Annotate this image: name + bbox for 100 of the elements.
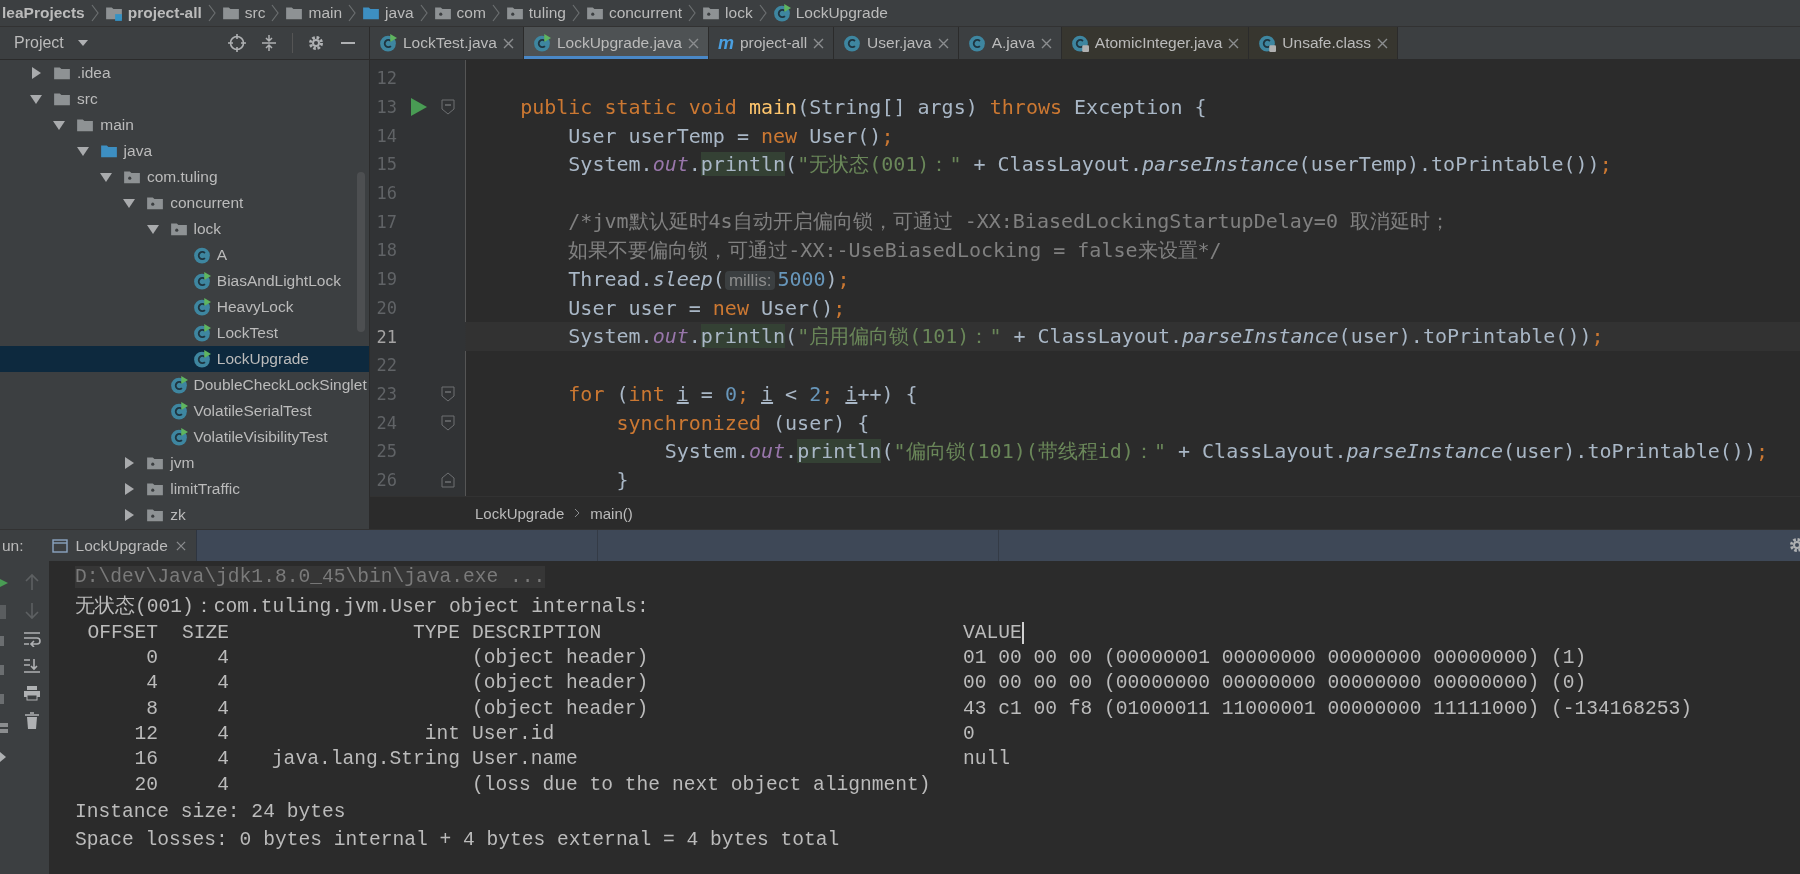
close-icon[interactable]	[813, 37, 825, 49]
run-icon[interactable]	[0, 576, 8, 590]
collapse-icon[interactable]	[260, 34, 278, 52]
partial-icon[interactable]	[0, 721, 8, 735]
scroll-to-end-icon[interactable]	[22, 658, 41, 674]
close-icon[interactable]	[1377, 37, 1389, 49]
table-cell: (object header)	[472, 647, 649, 670]
breadcrumb-item[interactable]: java	[362, 4, 414, 22]
table-cell: User.id	[472, 723, 555, 745]
locked-class-icon	[1070, 34, 1089, 52]
tree-arrow-icon[interactable]	[30, 93, 42, 105]
tree-arrow-icon[interactable]	[123, 457, 136, 469]
tree-item[interactable]: lock	[0, 216, 369, 242]
fold-marker-icon[interactable]	[441, 471, 455, 488]
breadcrumb-item[interactable]: project-all	[104, 4, 202, 22]
tree-arrow-icon[interactable]	[30, 67, 42, 79]
chevron-icon	[207, 3, 216, 23]
folder-icon	[285, 4, 304, 22]
column-header: DESCRIPTION	[471, 621, 603, 644]
partial-icon[interactable]	[0, 692, 6, 706]
tree-arrow-icon[interactable]	[53, 119, 66, 131]
tree-item[interactable]: com.tuling	[0, 164, 369, 190]
close-icon[interactable]	[175, 540, 186, 551]
runnable-class-icon	[169, 376, 188, 394]
chevron-icon	[491, 3, 500, 23]
tree-item[interactable]: .idea	[0, 60, 369, 86]
tree-item[interactable]: zk	[0, 502, 369, 528]
tree-arrow-icon[interactable]	[146, 223, 159, 235]
tree-item[interactable]: concurrent	[0, 190, 369, 216]
close-icon[interactable]	[1040, 37, 1052, 49]
tree-item[interactable]: java	[0, 138, 369, 164]
partial-icon[interactable]	[0, 663, 6, 677]
package-icon	[122, 168, 141, 186]
tree-item[interactable]: A	[0, 242, 369, 268]
table-cell: 4	[217, 647, 229, 670]
close-icon[interactable]	[937, 37, 949, 49]
editor-tab[interactable]: LockUpgrade.java	[523, 27, 709, 59]
folder-icon	[53, 64, 71, 82]
tree-arrow-icon[interactable]	[76, 145, 89, 157]
close-icon[interactable]	[502, 37, 514, 49]
breadcrumb-item[interactable]: com	[433, 4, 486, 22]
run-panel-label: un:	[0, 530, 38, 561]
runnable-class-icon	[192, 272, 211, 290]
tree-item[interactable]: limitTraffic	[0, 476, 369, 502]
tree-arrow-icon[interactable]	[99, 171, 112, 183]
run-tab[interactable]: LockUpgrade	[37, 530, 197, 561]
settings-icon[interactable]	[307, 34, 325, 52]
partial-icon[interactable]	[0, 634, 6, 648]
crosshair-icon[interactable]	[228, 34, 246, 52]
folder-icon	[99, 142, 118, 160]
table-cell: 4	[146, 672, 158, 695]
tree-item[interactable]: HeavyLock	[0, 294, 369, 320]
run-icon[interactable]	[411, 98, 427, 117]
package-icon	[585, 4, 604, 22]
tree-item[interactable]: jvm	[0, 450, 369, 476]
table-cell: 12	[134, 723, 158, 745]
breadcrumb-item[interactable]: lock	[702, 4, 753, 22]
folder-icon	[221, 4, 240, 22]
project-view-dropdown[interactable]: Project	[0, 34, 88, 52]
module-icon: m	[717, 32, 734, 54]
fold-marker-icon[interactable]	[441, 385, 455, 402]
editor-tab[interactable]: Unsafe.class	[1249, 27, 1399, 59]
tree-arrow-icon[interactable]	[123, 483, 136, 495]
breadcrumb-item[interactable]: tuling	[505, 4, 566, 22]
editor-tab[interactable]: AtomicInteger.java	[1061, 27, 1250, 59]
close-icon[interactable]	[1228, 37, 1240, 49]
code-line: }	[615, 467, 629, 492]
close-icon[interactable]	[687, 37, 699, 49]
tree-item[interactable]: LockTest	[0, 320, 369, 346]
print-icon[interactable]	[22, 685, 41, 701]
tree-item[interactable]: VolatileSerialTest	[0, 398, 369, 424]
breadcrumb-item[interactable]: leaProjects	[2, 4, 85, 22]
breadcrumb-item[interactable]: LockUpgrade	[772, 4, 888, 22]
console-icon	[51, 538, 68, 553]
tree-arrow-icon[interactable]	[123, 197, 136, 209]
fold-marker-icon[interactable]	[441, 414, 455, 431]
soft-wrap-icon[interactable]	[22, 631, 41, 647]
tree-item[interactable]: main	[0, 112, 369, 138]
table-cell: 4	[217, 773, 229, 796]
trash-icon[interactable]	[23, 712, 40, 730]
breadcrumb-item[interactable]: src	[221, 4, 266, 22]
tree-arrow-icon[interactable]	[123, 509, 136, 521]
table-cell: null	[963, 748, 1011, 771]
console-line: Instance size: 24 bytes	[75, 800, 346, 823]
tree-item[interactable]: LockUpgrade	[0, 346, 369, 372]
folder-icon	[53, 90, 71, 108]
tree-item[interactable]: VolatileVisibilityTest	[0, 424, 369, 450]
breadcrumb-item[interactable]: concurrent	[585, 4, 683, 22]
breadcrumb-item[interactable]: main	[285, 4, 343, 22]
breadcrumb-item[interactable]: main()	[590, 504, 633, 522]
tree-item[interactable]: src	[0, 86, 369, 112]
tree-item[interactable]: DoubleCheckLockSinglet	[0, 372, 369, 398]
class-icon	[192, 246, 211, 264]
code-line: System.out.println("启用偏向锁(101)：" + ClassLayout.parseInstance(user).toPrintable());	[567, 323, 1604, 351]
console-line: Space losses: 0 bytes internal + 4 bytes external = 4 bytes total	[75, 829, 840, 852]
breadcrumb-item[interactable]: LockUpgrade	[475, 504, 565, 522]
fold-marker-icon[interactable]	[441, 99, 455, 116]
tree-item[interactable]: BiasAndLightLock	[0, 268, 369, 294]
console-command: D:\dev\Java\jdk1.8.0_45\bin\java.exe ...	[75, 566, 546, 589]
partial-icon[interactable]	[0, 750, 6, 764]
